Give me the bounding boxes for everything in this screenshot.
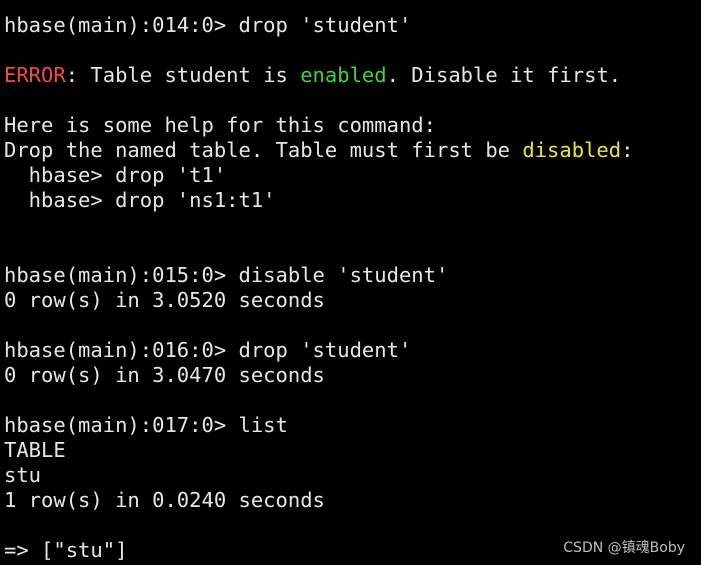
terminal-text: hbase(main):014:0> drop 'student' — [4, 13, 412, 37]
terminal-text: hbase(main):015:0> disable 'student' — [4, 263, 449, 287]
terminal-line: hbase(main):014:0> drop 'student' — [4, 13, 633, 38]
terminal-text: hbase> drop 'ns1:t1' — [4, 188, 276, 212]
terminal-text: TABLE — [4, 438, 66, 462]
terminal-line: hbase(main):017:0> list — [4, 413, 633, 438]
terminal-text: 0 row(s) in 3.0470 seconds — [4, 363, 325, 387]
terminal-output[interactable]: hbase(main):014:0> drop 'student' ERROR: … — [4, 13, 633, 563]
terminal-line: TABLE — [4, 438, 633, 463]
highlight-enabled: enabled — [300, 63, 387, 87]
terminal-text: 0 row(s) in 3.0520 seconds — [4, 288, 325, 312]
terminal-text: hbase> drop 't1' — [4, 163, 227, 187]
terminal-line: hbase> drop 'ns1:t1' — [4, 188, 633, 213]
terminal-line: 0 row(s) in 3.0470 seconds — [4, 363, 633, 388]
terminal-text: 1 row(s) in 0.0240 seconds — [4, 488, 325, 512]
highlight-error: ERROR — [4, 63, 66, 87]
terminal-line: hbase(main):016:0> drop 'student' — [4, 338, 633, 363]
terminal-text: hbase(main):017:0> list — [4, 413, 288, 437]
terminal-text: : Table student is — [65, 63, 301, 87]
watermark: CSDN @镇魂Boby — [563, 540, 685, 556]
terminal-line: 1 row(s) in 0.0240 seconds — [4, 488, 633, 513]
terminal-line: ERROR: Table student is enabled. Disable… — [4, 63, 633, 88]
terminal-text: => ["stu"] — [4, 538, 128, 562]
terminal-line: Here is some help for this command: — [4, 113, 633, 138]
terminal-text: . Disable it first. — [386, 63, 622, 87]
terminal-text: Drop the named table. Table must first b… — [4, 138, 523, 162]
terminal-line: hbase> drop 't1' — [4, 163, 633, 188]
terminal-line: => ["stu"] — [4, 538, 633, 563]
terminal-text: hbase(main):016:0> drop 'student' — [4, 338, 412, 362]
highlight-disabled: disabled — [522, 138, 622, 162]
terminal-text: stu — [4, 463, 42, 487]
terminal-text: : — [621, 138, 634, 162]
terminal-line: hbase(main):015:0> disable 'student' — [4, 263, 633, 288]
terminal-line: stu — [4, 463, 633, 488]
terminal-line: 0 row(s) in 3.0520 seconds — [4, 288, 633, 313]
terminal-line: Drop the named table. Table must first b… — [4, 138, 633, 163]
terminal-text: Here is some help for this command: — [4, 113, 436, 137]
